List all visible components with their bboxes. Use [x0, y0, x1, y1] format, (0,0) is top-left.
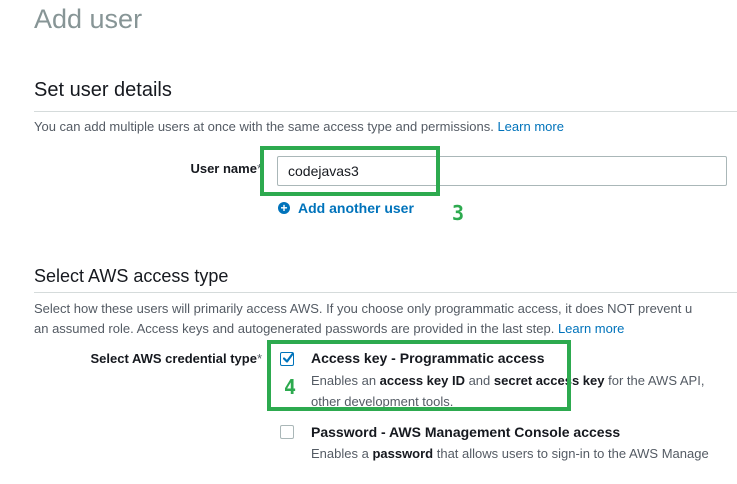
credential-type-label-text: Select AWS credential type	[90, 351, 257, 366]
user-details-description-text: You can add multiple users at once with …	[34, 119, 494, 134]
required-mark: *	[256, 351, 262, 366]
password-option-title: Password - AWS Management Console access	[311, 424, 621, 440]
user-name-label-text: User name	[190, 161, 257, 176]
desc-text: that allows users to sign-in to the AWS …	[433, 446, 709, 461]
annotation-highlight-box	[260, 146, 440, 196]
user-details-description: You can add multiple users at once with …	[34, 117, 564, 137]
section-title-access-type: Select AWS access type	[34, 266, 229, 286]
add-another-user-label: Add another user	[298, 200, 414, 216]
learn-more-link[interactable]: Learn more	[497, 119, 563, 134]
credential-type-label: Select AWS credential type*	[91, 351, 262, 366]
access-type-description-line1: Select how these users will primarily ac…	[34, 301, 693, 316]
section-divider	[34, 292, 737, 293]
learn-more-link[interactable]: Learn more	[558, 321, 624, 336]
password-checkbox[interactable]	[280, 425, 294, 439]
access-type-description-line2: an assumed role. Access keys and autogen…	[34, 319, 624, 339]
desc-text: for the AWS API,	[604, 373, 705, 388]
desc-text: Enables a	[311, 446, 373, 461]
annotation-highlight-box	[267, 340, 571, 411]
section-divider	[34, 111, 737, 112]
annotation-number: 3	[452, 201, 465, 225]
annotation-number: 4	[284, 375, 297, 399]
password-option-description: Enables a password that allows users to …	[311, 443, 709, 464]
page-title: Add user	[34, 4, 143, 34]
plus-circle-icon: +	[278, 202, 290, 214]
access-type-description-text: an assumed role. Access keys and autogen…	[34, 321, 555, 336]
desc-bold: password	[372, 446, 434, 461]
section-title-user-details: Set user details	[34, 79, 172, 101]
add-another-user-button[interactable]: + Add another user	[278, 200, 414, 216]
user-name-label: User name*	[190, 161, 262, 176]
